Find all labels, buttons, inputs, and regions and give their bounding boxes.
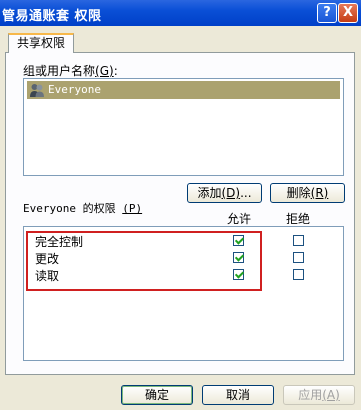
permission-change-label: 更改	[35, 252, 60, 266]
window-title: 管易通账套 权限	[2, 9, 102, 24]
deny-column-header: 拒绝	[286, 212, 311, 226]
list-item-everyone[interactable]: Everyone	[27, 81, 340, 99]
title-bar[interactable]: 管易通账套 权限 ? X	[0, 0, 361, 26]
change-deny-checkbox[interactable]	[293, 252, 304, 263]
full-control-deny-checkbox[interactable]	[293, 235, 304, 246]
help-icon: ?	[323, 5, 331, 20]
add-button[interactable]: 添加(D)...	[187, 183, 262, 203]
remove-button[interactable]: 删除(R)	[270, 183, 345, 203]
read-allow-checkbox[interactable]	[233, 269, 244, 280]
apply-button[interactable]: 应用(A)	[283, 385, 355, 405]
users-list[interactable]: Everyone	[23, 78, 344, 176]
close-icon: X	[342, 5, 354, 20]
users-label: 组或用户名称(G):	[23, 64, 118, 78]
change-allow-checkbox[interactable]	[233, 252, 244, 263]
permission-read-label: 读取	[35, 269, 60, 283]
permission-full-control-label: 完全控制	[35, 235, 84, 249]
allow-column-header: 允许	[227, 212, 252, 226]
user-name: Everyone	[48, 83, 101, 96]
group-users-icon	[30, 84, 44, 97]
cancel-button[interactable]: 取消	[202, 385, 274, 405]
read-deny-checkbox[interactable]	[293, 269, 304, 280]
ok-button[interactable]: 确定	[121, 385, 193, 405]
close-button[interactable]: X	[338, 3, 358, 23]
permissions-label: Everyone 的权限 (P)	[23, 202, 143, 215]
tab-label: 共享权限	[16, 36, 65, 50]
help-button[interactable]: ?	[317, 3, 337, 23]
tab-share-permissions[interactable]: 共享权限	[8, 33, 74, 53]
full-control-allow-checkbox[interactable]	[233, 235, 244, 246]
